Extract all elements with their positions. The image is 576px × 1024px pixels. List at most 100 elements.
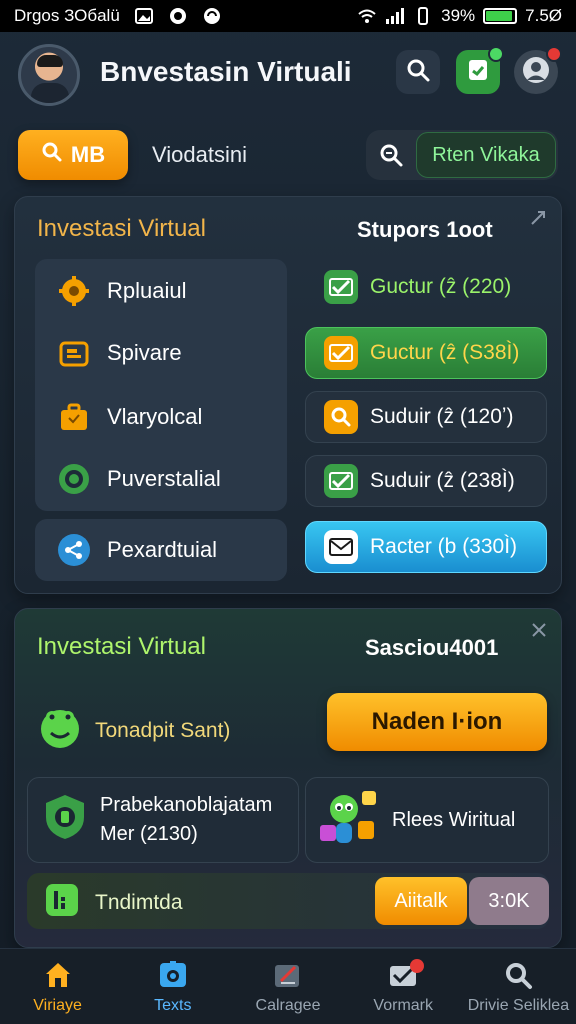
list-item-label: Spivare (107, 340, 182, 365)
header-profile-button[interactable] (514, 46, 562, 94)
app-header: Bnvestasin Virtuali (0, 40, 576, 112)
avatar[interactable] (18, 44, 80, 106)
ok-button[interactable]: 3:0K (469, 877, 549, 925)
mail-icon (324, 530, 358, 564)
info-card-title: Prabekanoblajatam (100, 794, 273, 816)
action-button[interactable]: Guctur (ẑ (S38Ì) (305, 327, 547, 379)
gallery-icon (134, 6, 154, 26)
frog-icon (37, 705, 83, 757)
talk-button[interactable]: Aiitalk (375, 877, 467, 925)
check-mail-icon (324, 464, 358, 498)
edit-icon (272, 959, 304, 991)
circle-icon (168, 6, 188, 26)
nav-item-home[interactable]: Viriaye (0, 949, 115, 1024)
action-button-label: Guctur (ẑ (S38Ì) (370, 341, 520, 364)
filter-pill-label: MB (70, 142, 106, 167)
primary-action-button[interactable]: Naden I·ion (327, 693, 547, 751)
search-input[interactable]: Rten Vikaka (416, 132, 556, 178)
status-bar: Drgos ЗОбalü 39% 7.5Ø (0, 0, 576, 32)
investment-card-primary: Investasi Virtual Stupors 1oot Rpluaiul … (14, 196, 562, 594)
bottom-action-row: Tndimtda Aiitalk 3:0K (27, 873, 549, 929)
nav-item-label: Viriaye (33, 996, 82, 1014)
notification-dot (409, 959, 424, 973)
nav-item-label: Vormark (373, 996, 433, 1014)
info-card[interactable]: Prabekanoblajatam Mer (2130) (27, 777, 299, 863)
chat-icon (202, 6, 222, 26)
bottom-action-text: Tndimtda (95, 891, 183, 914)
list-item-bottom[interactable]: Pexardtuial (35, 519, 287, 581)
list-item-label: Rpluaiul (107, 278, 187, 303)
list-item[interactable]: Spivare (55, 333, 182, 373)
document-icon (465, 57, 491, 88)
nav-item-label: Calragee (255, 996, 321, 1014)
folder-icon (55, 334, 93, 372)
bottom-action-label: Tndimtda (45, 883, 183, 923)
chart-icon (45, 883, 79, 923)
card-right-title: Stupors 1oot (357, 217, 493, 242)
action-button-label: Suduir (ẑ (120ʼ) (370, 405, 514, 428)
check-mail-icon (324, 270, 358, 304)
nav-item-calragee[interactable]: Calragee (230, 949, 345, 1024)
nav-item-texts[interactable]: Texts (115, 949, 230, 1024)
signal-icon (385, 6, 405, 26)
list-item-label: Pexardtuial (107, 537, 218, 562)
nav-item-label: Drivie Seliklea (467, 996, 570, 1014)
search-icon (324, 400, 358, 434)
nav-item-label: Texts (154, 996, 192, 1014)
asset-label: Tonadpit Sant) (37, 705, 230, 757)
list-item-label: Vlaryolcal (107, 404, 203, 429)
list-item[interactable]: Puverstalial (55, 459, 221, 499)
action-button-label: Suduir (ẑ (238Ì) (370, 469, 515, 492)
search-icon (502, 959, 534, 991)
action-button-primary[interactable]: Racter (b (330Ì) (305, 521, 547, 573)
home-icon (42, 959, 74, 991)
header-document-button[interactable] (456, 46, 504, 94)
status-time: Drgos ЗОбalü (14, 6, 120, 25)
status-right-text: 7.5Ø (525, 6, 562, 25)
action-button[interactable]: Guctur (ẑ (220) (305, 261, 547, 313)
card-title: Investasi Virtual (37, 633, 206, 660)
header-search-button[interactable] (396, 50, 440, 94)
expand-icon[interactable] (529, 209, 547, 233)
list-item[interactable]: Rpluaiul (55, 271, 187, 311)
battery-icon (483, 8, 518, 24)
camera-icon (157, 959, 189, 991)
search-icon (405, 57, 431, 88)
action-button[interactable]: Suduir (ẑ (238Ì) (305, 455, 547, 507)
card-title: Investasi Virtual (37, 215, 206, 242)
search-row: MB Viodatsini Rten Vikaka (0, 128, 576, 182)
action-button-label: Guctur (ẑ (220) (370, 275, 512, 298)
investment-card-secondary: Investasi Virtual Sasciou4001 Tonadpit S… (14, 608, 562, 948)
nav-item-vormark[interactable]: Vormark (346, 949, 461, 1024)
wifi-icon (357, 6, 377, 26)
virtual-card-label: Rlees Wiritual (392, 808, 516, 831)
bottom-nav: Viriaye Texts Calragee Vormark Drivie Se… (0, 948, 576, 1024)
cog-icon (55, 460, 93, 498)
category-list: Rpluaiul Spivare Vlaryolcal Puverstalial (35, 259, 287, 511)
filter-pill-button[interactable]: MB (18, 130, 128, 180)
search-icon (41, 141, 63, 169)
card-right-title: Sasciou4001 (365, 635, 499, 660)
action-button[interactable]: Suduir (ẑ (120ʼ) (305, 391, 547, 443)
zoom-icon (366, 142, 416, 168)
gear-icon (55, 272, 93, 310)
check-mail-icon (324, 336, 358, 370)
close-icon[interactable] (531, 621, 547, 644)
list-item[interactable]: Vlaryolcal (55, 397, 202, 437)
search-box[interactable]: Rten Vikaka (366, 130, 558, 180)
search-row-label: Viodatsini (152, 142, 247, 167)
asset-label-text: Tonadpit Sant) (95, 719, 231, 742)
virtual-card[interactable]: Rlees Wiritual (305, 777, 549, 863)
share-icon (55, 531, 93, 569)
action-button-label: Racter (b (330Ì) (370, 535, 518, 558)
nav-item-search[interactable]: Drivie Seliklea (461, 949, 576, 1024)
shield-icon (42, 793, 88, 847)
battery-percent: 39% (441, 6, 476, 25)
page-title: Bnvestasin Virtuali (100, 56, 352, 87)
list-item-label: Puverstalial (107, 466, 221, 491)
profile-icon (521, 55, 551, 90)
info-card-subtitle: Mer (2130) (100, 823, 198, 845)
character-icon (318, 787, 380, 853)
vibrate-icon (413, 6, 433, 26)
briefcase-icon (55, 398, 93, 436)
